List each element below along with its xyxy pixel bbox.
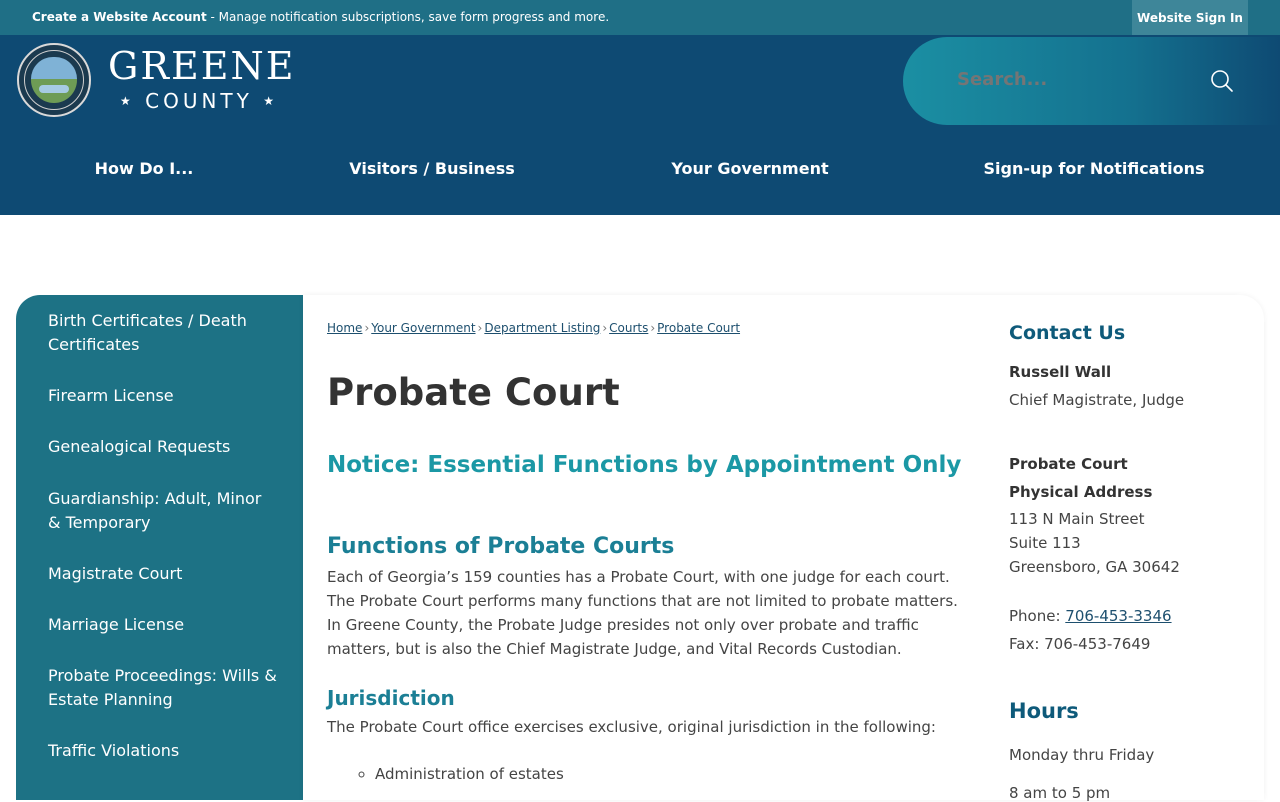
sidebar-item-magistrate-court[interactable]: Magistrate Court bbox=[48, 562, 278, 586]
seal-ring bbox=[24, 50, 84, 110]
breadcrumb-separator: › bbox=[602, 321, 608, 335]
address-line: Suite 113 bbox=[1009, 534, 1081, 552]
breadcrumb-courts[interactable]: Courts bbox=[609, 321, 648, 335]
sidebar-item-marriage-license[interactable]: Marriage License bbox=[48, 613, 278, 637]
contact-heading: Contact Us bbox=[1009, 322, 1126, 344]
contact-name: Russell Wall bbox=[1009, 363, 1112, 381]
breadcrumb-separator: › bbox=[650, 321, 656, 335]
physical-address: 113 N Main Street Suite 113 Greensboro, … bbox=[1009, 507, 1180, 579]
search-input[interactable] bbox=[957, 69, 1177, 90]
search-icon[interactable] bbox=[1210, 69, 1234, 93]
nav-item-sign-up-notifications[interactable]: Sign-up for Notifications bbox=[983, 159, 1204, 178]
contact-panel: Contact Us Russell Wall Chief Magistrate… bbox=[1009, 322, 1249, 802]
breadcrumb-your-government[interactable]: Your Government bbox=[371, 321, 475, 335]
sidebar-item-probate-proceedings[interactable]: Probate Proceedings: Wills & Estate Plan… bbox=[48, 664, 278, 712]
nav-item-how-do-i[interactable]: How Do I... bbox=[95, 159, 194, 178]
star-icon: ★ bbox=[263, 94, 278, 108]
contact-fax: Fax: 706-453-7649 bbox=[1009, 635, 1151, 653]
breadcrumb-separator: › bbox=[477, 321, 483, 335]
logo-county: ★ COUNTY ★ bbox=[108, 89, 295, 113]
breadcrumb-department-listing[interactable]: Department Listing bbox=[484, 321, 600, 335]
breadcrumb-probate-court[interactable]: Probate Court bbox=[657, 321, 740, 335]
functions-paragraph: Each of Georgia’s 159 counties has a Pro… bbox=[327, 568, 958, 658]
sidebar-item-firearm-license[interactable]: Firearm License bbox=[48, 384, 278, 408]
contact-phone: Phone: 706-453-3346 bbox=[1009, 607, 1172, 625]
nav-item-visitors-business[interactable]: Visitors / Business bbox=[349, 159, 515, 178]
sidebar-item-birth-death-certificates[interactable]: Birth Certificates / Death Certificates bbox=[48, 309, 278, 357]
breadcrumb: Home › Your Government › Department Listing ›… bbox=[327, 321, 740, 335]
list-item: Administration of estates bbox=[375, 761, 564, 787]
address-line: 113 N Main Street bbox=[1009, 510, 1145, 528]
hours-time: 8 am to 5 pm bbox=[1009, 784, 1111, 802]
logo-county-text: COUNTY bbox=[145, 89, 253, 113]
address-line: Greensboro, GA 30642 bbox=[1009, 558, 1180, 576]
main-navigation: How Do I... Visitors / Business Your Gov… bbox=[0, 159, 1280, 183]
website-sign-in-button[interactable]: Website Sign In bbox=[1132, 0, 1248, 35]
jurisdiction-heading: Jurisdiction bbox=[327, 686, 455, 710]
sidebar-item-traffic-violations[interactable]: Traffic Violations bbox=[48, 739, 278, 763]
functions-heading: Functions of Probate Courts bbox=[327, 534, 675, 559]
topbar-message-text: - Manage notification subscriptions, sav… bbox=[206, 10, 610, 24]
phone-label: Phone: bbox=[1009, 607, 1066, 625]
contact-role: Chief Magistrate, Judge bbox=[1009, 391, 1185, 409]
hours-heading: Hours bbox=[1009, 699, 1079, 723]
phone-link[interactable]: 706-453-3346 bbox=[1065, 607, 1171, 625]
nav-item-your-government[interactable]: Your Government bbox=[671, 159, 828, 178]
sidebar-menu: Birth Certificates / Death Certificates … bbox=[16, 295, 303, 800]
jurisdiction-list: Administration of estates bbox=[375, 761, 564, 787]
address-label: Physical Address bbox=[1009, 483, 1153, 501]
breadcrumb-home[interactable]: Home bbox=[327, 321, 362, 335]
hours-days: Monday thru Friday bbox=[1009, 746, 1155, 764]
sidebar-item-genealogical-requests[interactable]: Genealogical Requests bbox=[48, 435, 278, 459]
star-icon: ★ bbox=[120, 94, 135, 108]
create-account-link[interactable]: Create a Website Account bbox=[32, 10, 207, 24]
search-box bbox=[903, 37, 1280, 125]
top-notification-bar: Create a Website Account - Manage notifi… bbox=[0, 0, 1280, 35]
notice-heading: Notice: Essential Functions by Appointme… bbox=[327, 452, 962, 478]
topbar-message: Create a Website Account - Manage notifi… bbox=[32, 10, 609, 24]
page-title: Probate Court bbox=[327, 371, 620, 414]
site-logo-text[interactable]: GREENE ★ COUNTY ★ bbox=[108, 45, 295, 113]
contact-office: Probate Court bbox=[1009, 455, 1128, 473]
jurisdiction-paragraph: The Probate Court office exercises exclu… bbox=[327, 718, 936, 736]
county-seal-logo[interactable] bbox=[17, 43, 91, 117]
breadcrumb-separator: › bbox=[364, 321, 370, 335]
sidebar-item-guardianship[interactable]: Guardianship: Adult, Minor & Temporary bbox=[48, 487, 278, 535]
site-header: GREENE ★ COUNTY ★ How Do I... Visitors /… bbox=[0, 35, 1280, 215]
logo-greene: GREENE bbox=[108, 44, 296, 88]
